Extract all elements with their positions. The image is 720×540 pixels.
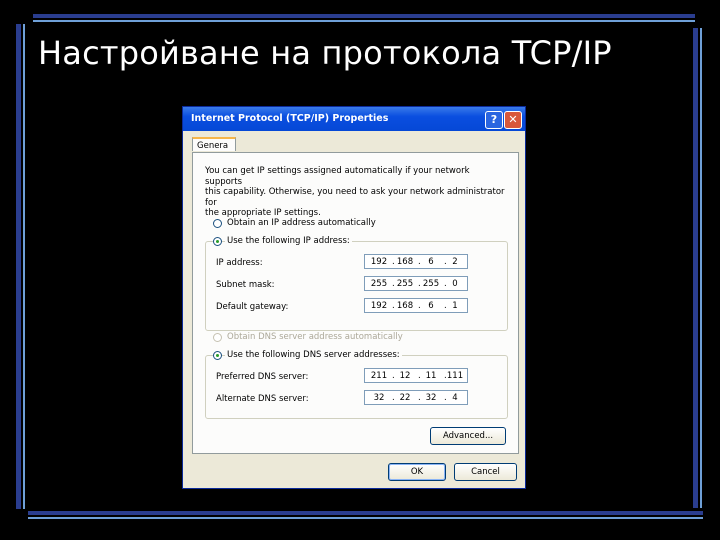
help-icon: ? [490,113,498,126]
dialog-title: Internet Protocol (TCP/IP) Properties [191,113,389,124]
octet-1: 32 [373,393,385,403]
preferred-dns-label: Preferred DNS server: [216,372,309,382]
slide-frame-top [33,14,695,18]
radio-obtain-dns-auto-label: Obtain DNS server address automatically [227,332,403,342]
slide-frame-right-line [700,28,702,508]
octet-1: 192 [370,257,388,267]
cancel-button[interactable]: Cancel [454,463,517,481]
octet-3: 255 [422,279,440,289]
ok-button[interactable]: OK [388,463,446,481]
slide-frame-left [16,24,21,509]
octet-1: 255 [370,279,388,289]
radio-selected-dot [216,354,219,357]
alternate-dns-input[interactable]: 32 . 22 . 32 . 4 [364,390,468,405]
tcpip-properties-dialog: Internet Protocol (TCP/IP) Properties ? … [183,107,525,488]
octet-4: 0 [452,279,458,289]
tab-general[interactable]: Genera [192,137,236,151]
subnet-mask-label: Subnet mask: [216,280,275,290]
alternate-dns-label: Alternate DNS server: [216,394,309,404]
slide-frame-bottom-line [28,517,703,519]
octet-2: 168 [396,257,414,267]
advanced-button[interactable]: Advanced... [430,427,506,445]
preferred-dns-input[interactable]: 211 . 12 . 11 . 111 [364,368,468,383]
dns-server-group [205,355,508,419]
octet-1: 192 [370,301,388,311]
default-gateway-input[interactable]: 192 . 168 . 6 . 1 [364,298,468,313]
close-button[interactable]: ✕ [504,111,522,129]
octet-2: 255 [396,279,414,289]
slide-title: Настройване на протокола TCP/IP [38,34,612,72]
ip-address-label: IP address: [216,258,263,268]
radio-use-dns-label: Use the following DNS server addresses: [225,350,402,360]
slide-frame-top-line [33,20,695,22]
octet-3: 6 [428,257,434,267]
octet-4: 4 [452,393,458,403]
octet-1: 211 [370,371,388,381]
radio-use-dns[interactable] [213,351,222,360]
slide-frame-right [693,28,698,508]
octet-4: 1 [452,301,458,311]
octet-4: 2 [452,257,458,267]
ip-address-input[interactable]: 192 . 168 . 6 . 2 [364,254,468,269]
octet-3: 6 [428,301,434,311]
radio-use-ip-label: Use the following IP address: [225,236,352,246]
dialog-titlebar[interactable]: Internet Protocol (TCP/IP) Properties ? … [183,107,525,131]
radio-obtain-ip-auto-label: Obtain an IP address automatically [227,218,376,228]
radio-obtain-dns-auto[interactable] [213,333,222,342]
octet-2: 12 [399,371,411,381]
general-tab-panel: You can get IP settings assigned automat… [192,152,519,454]
radio-selected-dot [216,240,219,243]
help-button[interactable]: ? [485,111,503,129]
radio-obtain-ip-auto[interactable] [213,219,222,228]
slide-frame-left-line [23,24,25,509]
octet-3: 32 [425,393,437,403]
octet-4: 111 [446,371,464,381]
octet-2: 168 [396,301,414,311]
description-text: You can get IP settings assigned automat… [205,166,505,218]
default-gateway-label: Default gateway: [216,302,289,312]
slide-frame-bottom [28,511,703,515]
octet-3: 11 [425,371,437,381]
octet-2: 22 [399,393,411,403]
subnet-mask-input[interactable]: 255 . 255 . 255 . 0 [364,276,468,291]
radio-use-ip[interactable] [213,237,222,246]
close-icon: ✕ [508,113,518,126]
